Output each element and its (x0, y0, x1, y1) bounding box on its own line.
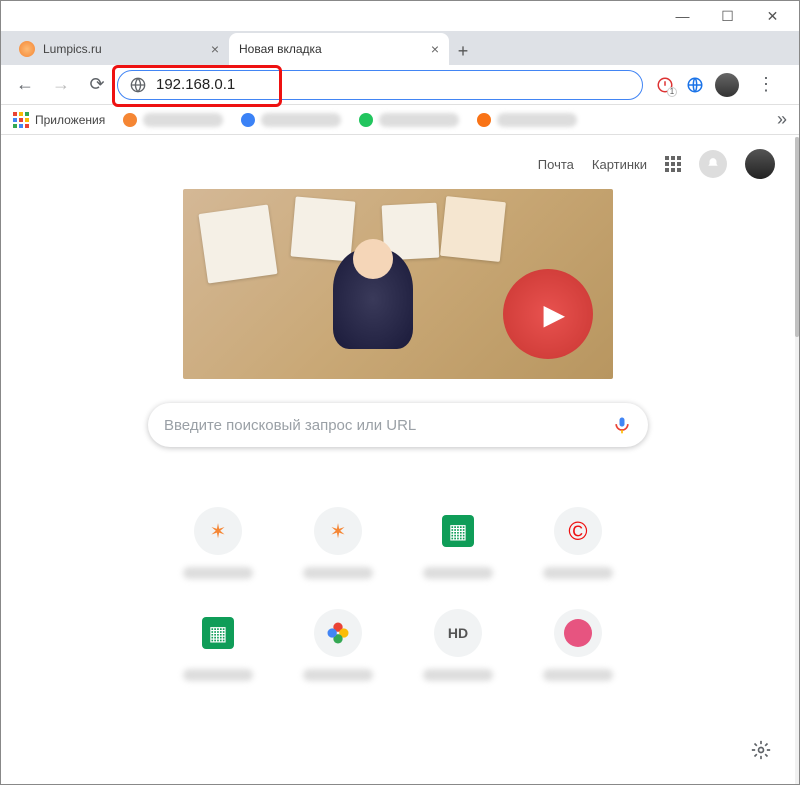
sheets-icon: ▦ (442, 515, 474, 547)
back-button[interactable]: ← (9, 69, 41, 101)
bookmark-label-blurred (143, 113, 223, 127)
apps-shortcut[interactable]: Приложения (13, 112, 105, 128)
window-titlebar: — ☐ ✕ (1, 1, 799, 31)
extension-icon[interactable]: 1 (655, 75, 675, 95)
copyright-icon: © (554, 507, 602, 555)
shortcut-tile[interactable]: HD (403, 609, 513, 681)
orange-icon: ✶ (314, 507, 362, 555)
bookmarks-overflow-icon[interactable]: » (777, 109, 787, 130)
new-tab-button[interactable]: + (449, 37, 477, 65)
page-content: Почта Картинки (1, 137, 795, 784)
nav-toolbar: ← → ⟳ 192.168.0.1 1 ⋮ (1, 65, 799, 105)
hd-icon: HD (434, 609, 482, 657)
profile-avatar[interactable] (715, 73, 739, 97)
scroll-thumb[interactable] (795, 137, 799, 337)
shortcut-tile[interactable]: ✶ (163, 507, 273, 579)
shortcut-label-blurred (183, 567, 253, 579)
search-placeholder: Введите поисковый запрос или URL (164, 417, 600, 434)
bookmark-item[interactable] (241, 113, 341, 127)
tab-label: Новая вкладка (239, 42, 322, 56)
bookmark-item[interactable] (123, 113, 223, 127)
bookmark-label-blurred (261, 113, 341, 127)
orange-icon: ✶ (194, 507, 242, 555)
kebab-menu-icon[interactable]: ⋮ (749, 74, 783, 95)
address-text: 192.168.0.1 (156, 76, 630, 93)
extension-area: 1 ⋮ (647, 73, 791, 97)
favicon-icon (359, 113, 373, 127)
shortcut-tile[interactable]: © (523, 507, 633, 579)
tab-close-icon[interactable]: × (211, 41, 219, 57)
maximize-button[interactable]: ☐ (705, 1, 750, 31)
browser-window: — ☐ ✕ Lumpics.ru × Новая вкладка × + ← →… (0, 0, 800, 785)
bookmark-item[interactable] (477, 113, 577, 127)
favicon-icon (477, 113, 491, 127)
shortcut-label-blurred (543, 669, 613, 681)
address-bar[interactable]: 192.168.0.1 (117, 70, 643, 100)
tab-close-icon[interactable]: × (431, 41, 439, 57)
site-info-icon[interactable] (130, 77, 146, 93)
tab-label: Lumpics.ru (43, 42, 102, 56)
shortcut-label-blurred (303, 669, 373, 681)
sheets-icon: ▦ (202, 617, 234, 649)
translate-icon[interactable] (685, 75, 705, 95)
pink-circle-icon (554, 609, 602, 657)
forward-button[interactable]: → (45, 69, 77, 101)
bookmarks-bar: Приложения » (1, 105, 799, 135)
tab-new[interactable]: Новая вкладка × (229, 33, 449, 65)
orange-favicon-icon (19, 41, 35, 57)
shortcut-label-blurred (543, 567, 613, 579)
bookmark-label-blurred (379, 113, 459, 127)
shortcut-tile[interactable]: ✶ (283, 507, 393, 579)
google-header: Почта Картинки (1, 145, 795, 183)
google-apps-icon[interactable] (665, 156, 681, 172)
shortcut-tile[interactable]: ▦ (403, 507, 513, 579)
google-doodle[interactable] (183, 189, 613, 379)
shortcuts-grid: ✶ ✶ ▦ © ▦ HD (1, 507, 795, 681)
doodle-area (1, 189, 795, 379)
favicon-icon (123, 113, 137, 127)
gmail-link[interactable]: Почта (538, 157, 574, 172)
close-button[interactable]: ✕ (750, 1, 795, 31)
apps-grid-icon (13, 112, 29, 128)
tab-lumpics[interactable]: Lumpics.ru × (9, 33, 229, 65)
bookmark-label-blurred (497, 113, 577, 127)
tab-strip: Lumpics.ru × Новая вкладка × + (1, 31, 799, 65)
search-bar[interactable]: Введите поисковый запрос или URL (148, 403, 648, 447)
shortcut-label-blurred (423, 669, 493, 681)
shortcut-label-blurred (303, 567, 373, 579)
bookmark-item[interactable] (359, 113, 459, 127)
photos-icon (314, 609, 362, 657)
account-avatar[interactable] (745, 149, 775, 179)
shortcut-label-blurred (423, 567, 493, 579)
apps-label: Приложения (35, 113, 105, 127)
customize-gear-icon[interactable] (751, 740, 771, 766)
extension-badge: 1 (667, 87, 677, 97)
reload-button[interactable]: ⟳ (81, 69, 113, 101)
shortcut-tile[interactable] (523, 609, 633, 681)
notifications-icon[interactable] (699, 150, 727, 178)
favicon-icon (241, 113, 255, 127)
shortcut-tile[interactable]: ▦ (163, 609, 273, 681)
minimize-button[interactable]: — (660, 1, 705, 31)
vertical-scrollbar[interactable] (795, 137, 799, 784)
shortcut-label-blurred (183, 669, 253, 681)
images-link[interactable]: Картинки (592, 157, 647, 172)
voice-search-icon[interactable] (612, 415, 632, 435)
shortcut-tile[interactable] (283, 609, 393, 681)
